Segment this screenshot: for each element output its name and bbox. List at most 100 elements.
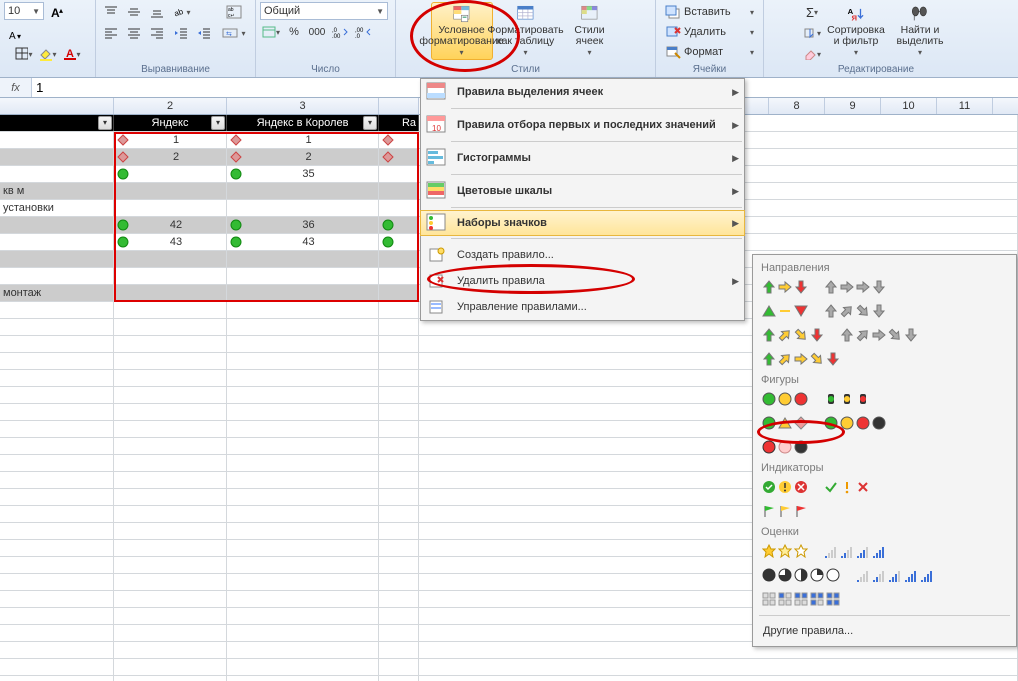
table-header-cell[interactable]: Яндекс в Королев▾	[227, 115, 379, 131]
format-button[interactable]: Формат▾	[660, 42, 759, 62]
font-color-button[interactable]: A▾	[61, 44, 83, 64]
cell[interactable]	[114, 574, 227, 590]
autosum-button[interactable]: Σ▾	[801, 2, 823, 22]
cell[interactable]: установки	[0, 200, 114, 216]
cell[interactable]	[114, 625, 227, 641]
cell[interactable]	[114, 489, 227, 505]
cell[interactable]	[0, 302, 114, 318]
column-header[interactable]	[379, 98, 419, 114]
cell[interactable]	[379, 591, 419, 607]
cell[interactable]	[379, 404, 419, 420]
column-header[interactable]	[744, 98, 769, 114]
cell[interactable]	[114, 370, 227, 386]
column-header[interactable]: 9	[825, 98, 881, 114]
cell[interactable]	[379, 608, 419, 624]
cell[interactable]	[0, 353, 114, 369]
decrease-decimal-button[interactable]: ,00,0	[352, 22, 374, 42]
cell[interactable]	[0, 132, 114, 148]
cell[interactable]	[227, 489, 379, 505]
font-size-select[interactable]: 10▼	[4, 2, 44, 20]
icon-set-option[interactable]	[837, 324, 921, 346]
menu-item-more-rules[interactable]: Другие правила...	[757, 620, 1012, 642]
icon-set-option[interactable]	[759, 300, 811, 322]
cell[interactable]	[227, 591, 379, 607]
menu-item-highlight-rules[interactable]: Правила выделения ячеек▶	[421, 79, 744, 105]
merge-center-button[interactable]: ⇆▾	[217, 23, 250, 43]
cell[interactable]	[227, 676, 379, 681]
column-header[interactable]: 8	[769, 98, 825, 114]
cell[interactable]	[0, 421, 114, 437]
menu-item-clear-rules[interactable]: Удалить правила▶	[421, 268, 744, 294]
cell[interactable]	[227, 455, 379, 471]
cell[interactable]	[0, 591, 114, 607]
wrap-text-button[interactable]: abc↵	[217, 2, 250, 22]
delete-button[interactable]: Удалить▾	[660, 22, 759, 42]
cell[interactable]	[0, 404, 114, 420]
table-header-cell[interactable]: Ra	[379, 115, 419, 131]
cell[interactable]	[227, 659, 379, 675]
icon-set-option[interactable]	[759, 276, 811, 298]
borders-button[interactable]: ▾	[13, 44, 35, 64]
cell[interactable]	[227, 472, 379, 488]
filter-dropdown-icon[interactable]: ▾	[98, 116, 112, 130]
cell[interactable]	[0, 455, 114, 471]
cell[interactable]	[0, 625, 114, 641]
icon-set-option[interactable]	[821, 300, 889, 322]
cell[interactable]	[379, 302, 419, 318]
cell[interactable]	[114, 540, 227, 556]
cell[interactable]	[379, 676, 419, 681]
cell[interactable]	[0, 557, 114, 573]
fx-label[interactable]: fx	[0, 78, 32, 97]
comma-style-button[interactable]: 000	[306, 22, 328, 42]
cell[interactable]	[227, 506, 379, 522]
icon-set-option[interactable]	[821, 540, 889, 562]
column-header[interactable]	[0, 98, 114, 114]
find-select-button[interactable]: Найти и выделить▾	[889, 2, 951, 60]
cell[interactable]	[227, 574, 379, 590]
icon-set-option[interactable]	[821, 276, 889, 298]
cell[interactable]	[114, 642, 227, 658]
column-header[interactable]: 11	[937, 98, 993, 114]
cell[interactable]	[379, 506, 419, 522]
cell[interactable]	[0, 268, 114, 284]
cell[interactable]	[379, 489, 419, 505]
table-header-cell[interactable]: Яндекс▾	[114, 115, 227, 131]
cell[interactable]	[419, 676, 1018, 681]
cell[interactable]	[379, 625, 419, 641]
cell[interactable]	[114, 659, 227, 675]
menu-item-color-scales[interactable]: Цветовые шкалы▶	[421, 178, 744, 204]
cell[interactable]	[379, 421, 419, 437]
cell[interactable]	[0, 336, 114, 352]
cell-styles-button[interactable]: Стили ячеек▾	[559, 2, 621, 60]
filter-dropdown-icon[interactable]: ▾	[363, 116, 377, 130]
icon-set-option[interactable]	[759, 348, 843, 370]
cell[interactable]	[114, 591, 227, 607]
cell[interactable]	[227, 353, 379, 369]
cell[interactable]	[379, 370, 419, 386]
column-header[interactable]: 3	[227, 98, 379, 114]
menu-item-new-rule[interactable]: Создать правило...	[421, 242, 744, 268]
icon-set-option[interactable]	[759, 388, 811, 410]
align-center-button[interactable]	[123, 23, 145, 43]
menu-item-icon-sets[interactable]: Наборы значков▶	[420, 210, 745, 236]
cell[interactable]	[379, 353, 419, 369]
cell[interactable]	[379, 336, 419, 352]
cell[interactable]	[0, 234, 114, 250]
align-right-button[interactable]	[146, 23, 168, 43]
cell[interactable]	[0, 642, 114, 658]
accounting-format-button[interactable]: ▾	[260, 22, 282, 42]
icon-set-option[interactable]	[853, 564, 937, 586]
cell[interactable]	[0, 472, 114, 488]
cell[interactable]	[114, 608, 227, 624]
cell[interactable]	[227, 642, 379, 658]
increase-decimal-button[interactable]: ,0,00	[329, 22, 351, 42]
align-bottom-button[interactable]	[146, 2, 168, 22]
cell[interactable]	[227, 608, 379, 624]
cell[interactable]: кв м	[0, 183, 114, 199]
cell[interactable]	[0, 251, 114, 267]
increase-font-button[interactable]: A▴	[46, 2, 68, 22]
insert-button[interactable]: Вставить▾	[660, 2, 759, 22]
cell[interactable]	[114, 472, 227, 488]
icon-set-option[interactable]	[759, 500, 811, 522]
align-middle-button[interactable]	[123, 2, 145, 22]
